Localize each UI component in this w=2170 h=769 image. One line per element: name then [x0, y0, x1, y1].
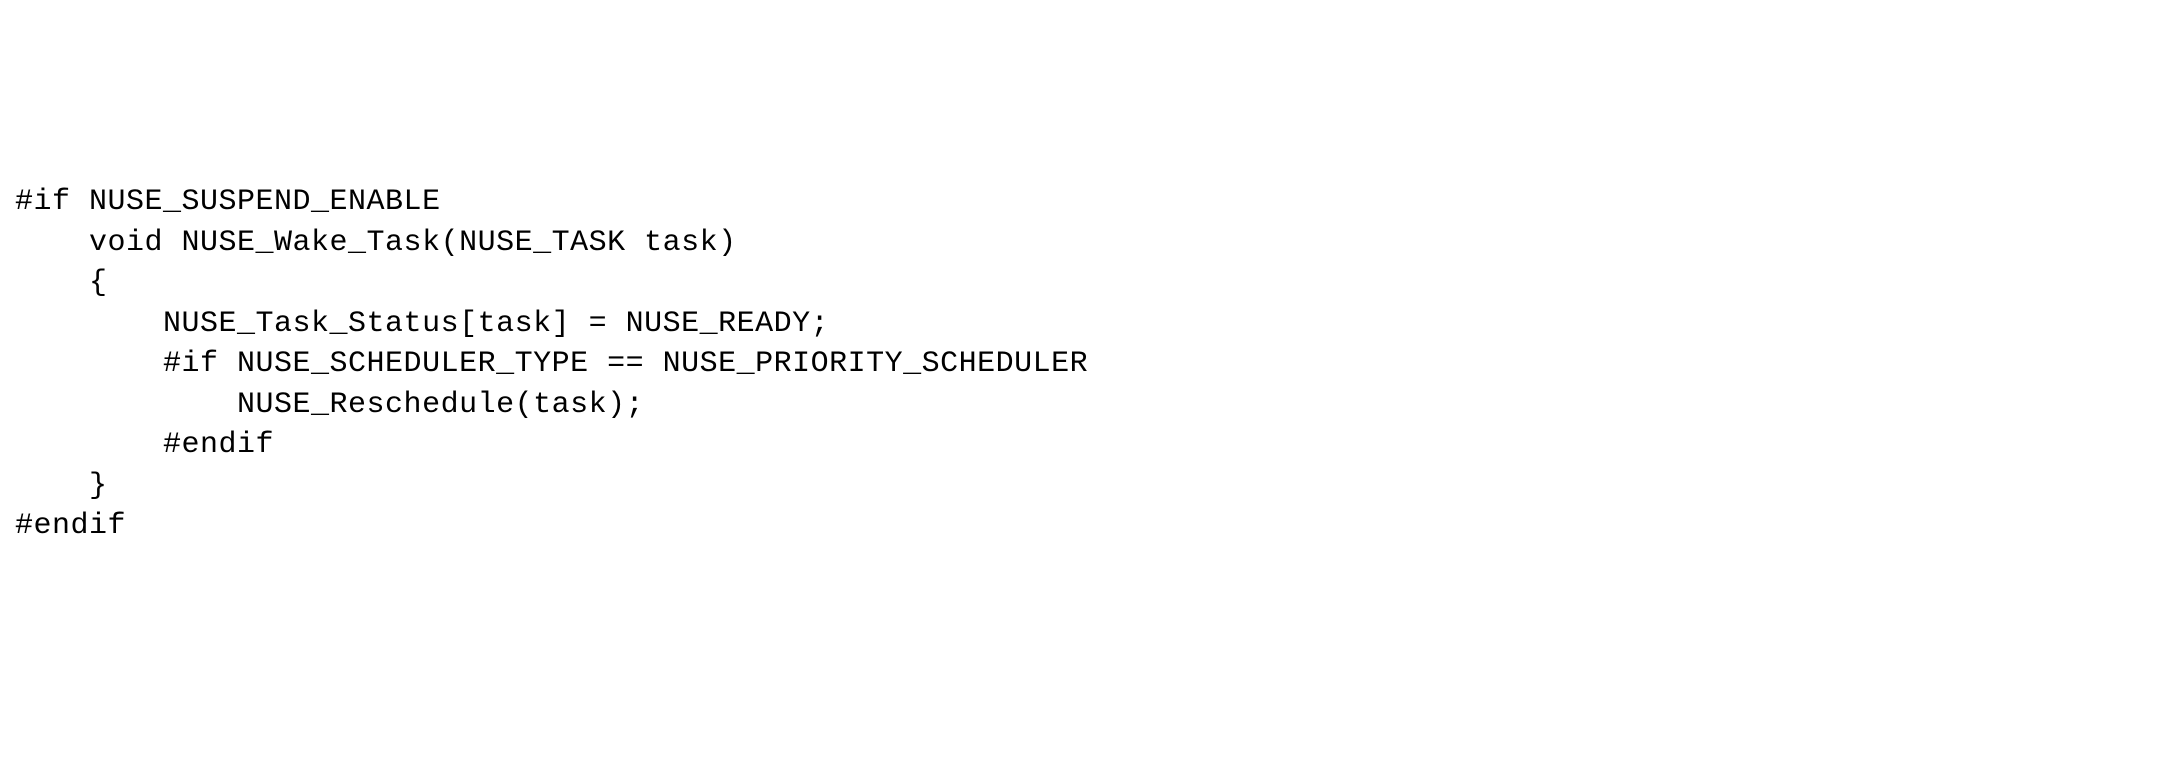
code-line-1: #if NUSE_SUSPEND_ENABLE — [15, 182, 2155, 223]
code-line-4: { — [15, 263, 2155, 304]
code-line-5: NUSE_Task_Status[task] = NUSE_READY; — [15, 304, 2155, 345]
code-line-6: #if NUSE_SCHEDULER_TYPE == NUSE_PRIORITY… — [15, 344, 2155, 385]
code-line-7: NUSE_Reschedule(task); — [15, 385, 2155, 426]
code-line-9: } — [15, 466, 2155, 507]
code-block: #if NUSE_SUSPEND_ENABLE void NUSE_Wake_T… — [15, 182, 2155, 547]
code-line-3: void NUSE_Wake_Task(NUSE_TASK task) — [15, 223, 2155, 264]
code-line-8: #endif — [15, 425, 2155, 466]
code-line-11: #endif — [15, 506, 2155, 547]
